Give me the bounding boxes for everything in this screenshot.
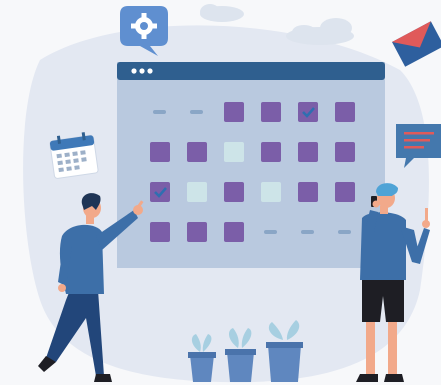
calendar-day [298,182,318,202]
scheduling-illustration [0,0,441,385]
calendar-day-light [261,182,281,202]
window-titlebar [117,62,385,80]
calendar-empty-slot [153,110,166,114]
calendar-day [150,142,170,162]
calendar-day [335,142,355,162]
calendar-day [261,142,281,162]
window-dot [147,68,153,74]
calendar-day [335,102,355,122]
window-dot [139,68,145,74]
calendar-day [187,222,207,242]
calendar-empty-slot [301,230,314,234]
calendar-day [298,102,318,122]
cloud-right [286,18,354,45]
calendar-day [187,142,207,162]
calendar-day [224,182,244,202]
calendar-empty-slot [264,230,277,234]
calendar-day [224,102,244,122]
calendar-day [224,222,244,242]
cloud-left [200,4,244,22]
calendar-day-light [224,142,244,162]
envelope-icon [392,21,441,67]
calendar-day [150,222,170,242]
calendar-day [335,182,355,202]
calendar-window [117,62,385,268]
calendar-day-light [187,182,207,202]
calendar-empty-slot [338,230,351,234]
window-dot [131,68,137,74]
calendar-day [298,142,318,162]
calendar-empty-slot [190,110,203,114]
calendar-day [261,102,281,122]
calendar-day [150,182,170,202]
